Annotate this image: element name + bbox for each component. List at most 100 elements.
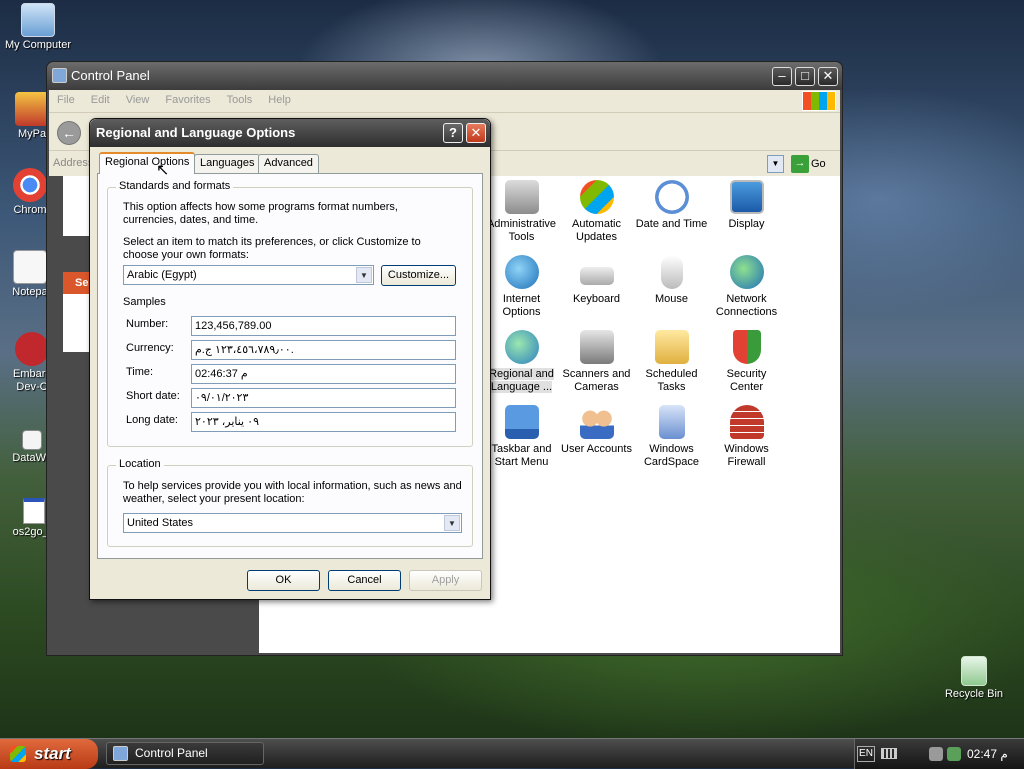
sample-time-label: Time: xyxy=(126,366,154,378)
customize-button[interactable]: Customize... xyxy=(381,265,456,286)
language-indicator[interactable]: EN xyxy=(857,746,875,762)
taskbar: start Control Panel EN 02:47 م xyxy=(0,738,1024,769)
taskbar-item-control-panel[interactable]: Control Panel xyxy=(106,742,264,765)
users-icon xyxy=(579,405,614,439)
cp-item-security-center[interactable]: Security Center xyxy=(709,330,784,394)
window-title: Control Panel xyxy=(71,68,150,83)
cp-item-display[interactable]: Display xyxy=(709,180,784,231)
standards-description: This option affects how some programs fo… xyxy=(123,201,398,226)
tab-languages[interactable]: Languages xyxy=(194,154,261,173)
cp-item-automatic-updates[interactable]: Automatic Updates xyxy=(559,180,634,244)
cp-item-mouse[interactable]: Mouse xyxy=(634,255,709,306)
desktop-icon-label: MyPa xyxy=(17,128,47,140)
cardspace-icon xyxy=(658,405,685,439)
shortcut-icon xyxy=(22,430,42,450)
menu-view[interactable]: View xyxy=(118,90,158,110)
sample-number-label: Number: xyxy=(126,318,169,330)
windows-flag-icon xyxy=(10,746,26,762)
cp-item-taskbar-start-menu[interactable]: Taskbar and Start Menu xyxy=(484,405,559,469)
go-button[interactable]: → Go xyxy=(791,155,826,173)
keyboard-icon[interactable] xyxy=(881,748,897,759)
cp-item-label: Regional and Language ... xyxy=(489,368,554,393)
cp-item-label: Security Center xyxy=(726,368,767,393)
cancel-button[interactable]: Cancel xyxy=(328,570,401,591)
desktop-icon-label: Notepa xyxy=(12,286,48,298)
format-select-value: Arabic (Egypt) xyxy=(127,269,197,281)
tab-regional-options[interactable]: Regional Options xyxy=(99,152,196,174)
sample-number-value: 123,456,789.00 xyxy=(191,316,456,336)
location-select-value: United States xyxy=(127,517,194,529)
samples-label: Samples xyxy=(123,296,166,308)
security-tray-icon[interactable] xyxy=(947,747,961,761)
cp-item-date-and-time[interactable]: Date and Time xyxy=(634,180,709,231)
network-tray-icon[interactable] xyxy=(929,747,943,761)
cp-item-label: Display xyxy=(728,218,765,230)
dialog-close-button[interactable]: ✕ xyxy=(466,123,486,143)
chrome-icon xyxy=(13,168,47,202)
cp-item-scanners-and-cameras[interactable]: Scanners and Cameras xyxy=(559,330,634,394)
file-icon xyxy=(23,498,45,524)
taskbar-item-label: Control Panel xyxy=(135,746,208,760)
location-select[interactable]: United States ▼ xyxy=(123,513,462,533)
sample-currency-value: ١٢٣،٤٥٦،٧٨٩٫٠٠ ج.م. xyxy=(191,340,456,360)
menu-file[interactable]: File xyxy=(49,90,83,110)
cp-item-label: Windows CardSpace xyxy=(643,443,700,468)
cp-item-user-accounts[interactable]: User Accounts xyxy=(559,405,634,456)
cp-item-scheduled-tasks[interactable]: Scheduled Tasks xyxy=(634,330,709,394)
cp-item-administrative-tools[interactable]: Administrative Tools xyxy=(484,180,559,244)
cp-item-label: User Accounts xyxy=(561,443,632,455)
app-icon xyxy=(15,92,49,126)
address-dropdown[interactable]: ▼ xyxy=(767,155,784,173)
back-arrow-icon[interactable]: ← xyxy=(57,121,81,145)
cp-item-keyboard[interactable]: Keyboard xyxy=(559,255,634,306)
cp-item-internet-options[interactable]: Internet Options xyxy=(484,255,559,319)
cp-item-label: Mouse xyxy=(654,293,689,305)
address-label: Address xyxy=(53,157,94,169)
format-select[interactable]: Arabic (Egypt) ▼ xyxy=(123,265,374,285)
control-panel-titlebar[interactable]: Control Panel – □ ✕ xyxy=(47,62,842,90)
my-computer-icon xyxy=(21,3,55,37)
ok-button[interactable]: OK xyxy=(247,570,320,591)
desktop-icon-recycle-bin[interactable]: Recycle Bin xyxy=(934,656,1014,701)
help-button[interactable]: ? xyxy=(443,123,463,143)
cp-item-label: Administrative Tools xyxy=(486,218,557,243)
close-button[interactable]: ✕ xyxy=(818,67,838,86)
shield-icon xyxy=(732,330,761,364)
apply-button[interactable]: Apply xyxy=(409,570,482,591)
start-button[interactable]: start xyxy=(0,739,98,769)
windows-update-icon xyxy=(579,180,614,214)
desktop-icon-label: Recycle Bin xyxy=(944,688,1004,700)
go-label: Go xyxy=(811,158,826,170)
location-label: Location xyxy=(116,458,164,470)
maximize-button[interactable]: □ xyxy=(795,67,815,86)
cp-item-windows-cardspace[interactable]: Windows CardSpace xyxy=(634,405,709,469)
cp-item-label: Internet Options xyxy=(502,293,541,318)
sample-short-date-label: Short date: xyxy=(126,390,180,402)
cp-item-label: Scheduled Tasks xyxy=(645,368,698,393)
dialog-title: Regional and Language Options xyxy=(96,125,296,140)
menu-favorites[interactable]: Favorites xyxy=(157,90,218,110)
globe-icon xyxy=(504,255,539,289)
minimize-button[interactable]: – xyxy=(772,67,792,86)
standards-formats-label: Standards and formats xyxy=(116,180,234,192)
cp-item-regional-and-language[interactable]: Regional and Language ... xyxy=(484,330,559,394)
control-panel-icon xyxy=(52,68,67,83)
dialog-titlebar[interactable]: Regional and Language Options ? ✕ xyxy=(90,119,490,147)
chevron-down-icon: ▼ xyxy=(444,515,460,531)
menu-tools[interactable]: Tools xyxy=(219,90,261,110)
scanner-icon xyxy=(579,330,614,364)
cp-item-windows-firewall[interactable]: Windows Firewall xyxy=(709,405,784,469)
administrative-tools-icon xyxy=(504,180,539,214)
network-globe-icon xyxy=(729,255,764,289)
cp-item-network-connections[interactable]: Network Connections xyxy=(709,255,784,319)
tab-advanced[interactable]: Advanced xyxy=(258,154,319,173)
desktop-icon-label: My Computer xyxy=(4,39,72,51)
menu-help[interactable]: Help xyxy=(260,90,299,110)
desktop-icon-label: Chrom xyxy=(13,204,47,216)
cp-item-label: Scanners and Cameras xyxy=(562,368,631,393)
cp-item-label: Windows Firewall xyxy=(724,443,769,468)
desktop-icon-my-computer[interactable]: My Computer xyxy=(0,3,78,52)
regional-globe-icon xyxy=(504,330,539,364)
clock[interactable]: 02:47 م xyxy=(967,747,1008,761)
menu-edit[interactable]: Edit xyxy=(83,90,118,110)
